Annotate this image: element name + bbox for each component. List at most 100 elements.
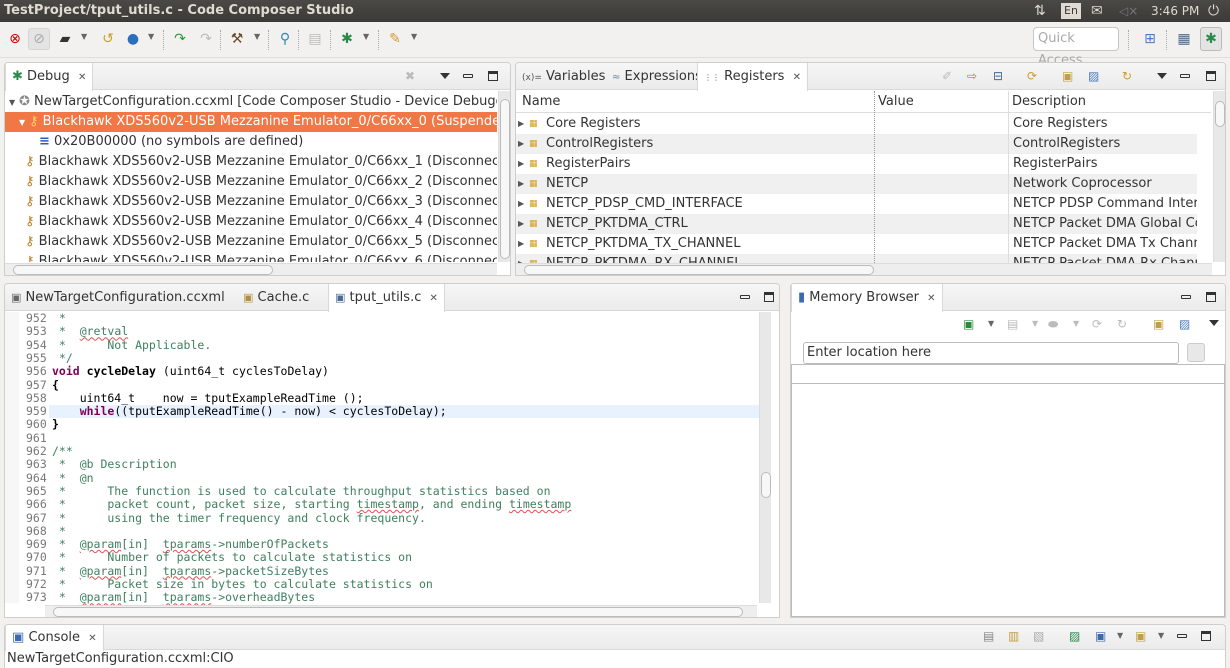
dropdown-arrow[interactable]: ▼ (1117, 631, 1123, 640)
tab-newtargetconfiguration-ccxml[interactable]: ▣ NewTargetConfiguration.ccxml (5, 284, 231, 311)
minimize-icon[interactable] (463, 74, 473, 78)
column-header-value[interactable]: Value (878, 91, 914, 113)
build-icon[interactable]: ⚒ (228, 30, 246, 48)
tab-debug[interactable]: ✱ Debug ✕ (5, 63, 94, 91)
pin-view-icon[interactable]: ▨ (1088, 69, 1099, 83)
close-icon[interactable]: ✕ (78, 72, 86, 83)
debug-target-dropdown[interactable]: ▼ (148, 32, 154, 41)
restart-icon[interactable]: ↺ (99, 30, 117, 48)
disabled-view-icon[interactable]: ▤ (306, 30, 324, 48)
table-row[interactable]: ▶ ▦ ControlRegisters ControlRegisters (516, 134, 1197, 154)
display-console-icon[interactable]: ▣ (1095, 629, 1106, 643)
dropdown-arrow[interactable]: ▼ (1073, 319, 1079, 328)
maximize-icon[interactable] (764, 292, 774, 302)
step-over-icon[interactable]: ↷ (171, 30, 189, 48)
network-icon[interactable]: ⇅ (1034, 0, 1046, 22)
view-menu-icon[interactable] (1157, 73, 1167, 79)
ccs-edit-perspective-icon[interactable]: ▦ (1175, 30, 1193, 48)
save-memory-icon[interactable]: ⬬ (1048, 317, 1058, 332)
tree-item[interactable]: ⚷ Blackhawk XDS560v2-USB Mezzanine Emula… (5, 252, 497, 262)
debug-horizontal-scrollbar[interactable] (5, 263, 497, 275)
tab-console[interactable]: ▣ Console ✕ (5, 625, 104, 651)
column-separator[interactable] (874, 91, 875, 263)
refresh-icon[interactable]: ⟳ (1092, 317, 1102, 331)
refresh-icon[interactable]: ⟳ (1027, 69, 1037, 83)
disconnect-icon[interactable]: ⊘ (28, 28, 50, 50)
expand-arrow-icon[interactable]: ▶ (518, 154, 524, 174)
table-row[interactable]: ▶ ▦ NETCP_PKTDMA_TX_CHANNEL NETCP Packet DM… (516, 234, 1197, 254)
add-register-group-icon[interactable]: ✐ (942, 69, 952, 83)
go-button[interactable] (1187, 343, 1205, 362)
remove-terminated-icon[interactable]: ⊗ (6, 30, 24, 48)
power-icon[interactable]: ⏻ (1208, 0, 1219, 22)
pin-console-icon[interactable]: ▨ (1069, 629, 1080, 643)
debug-vertical-scrollbar[interactable] (498, 91, 510, 262)
scrollbar-thumb[interactable] (13, 265, 273, 275)
word-wrap-icon[interactable]: ▧ (1033, 629, 1044, 643)
table-row[interactable]: ▶ ▦ Core Registers Core Registers (516, 114, 1197, 134)
column-separator[interactable] (1008, 91, 1009, 263)
table-row[interactable]: ▶ ▦ NETCP_PDSP_CMD_INTERFACE NETCP PDSP Com… (516, 194, 1197, 214)
tree-item[interactable]: ⚷ Blackhawk XDS560v2-USB Mezzanine Emula… (5, 152, 497, 172)
build-dropdown[interactable]: ▼ (254, 32, 260, 41)
registers-vertical-scrollbar[interactable] (1213, 91, 1225, 262)
scrollbar-thumb[interactable] (500, 99, 510, 259)
step-return-icon[interactable]: ↷ (197, 30, 215, 48)
ccs-debug-perspective-icon[interactable]: ✱ (1200, 27, 1222, 51)
load-program-icon[interactable]: ▰ (56, 30, 74, 48)
column-header-description[interactable]: Description (1012, 91, 1086, 113)
scrollbar-thumb[interactable] (1215, 101, 1225, 127)
external-tools-icon[interactable]: ✎ (386, 30, 404, 48)
memory-location-input[interactable]: Enter location here (803, 342, 1179, 364)
minimize-icon[interactable] (1181, 295, 1191, 299)
table-row[interactable]: ▶▦NETCP_PKTDMA_RX_CHANNELNETCP Packet DM… (516, 254, 1197, 263)
minimize-icon[interactable] (1180, 74, 1190, 78)
open-perspective-icon[interactable]: ⊞ (1141, 30, 1159, 48)
expand-arrow-icon[interactable]: ▶ (518, 214, 524, 234)
close-icon[interactable]: ✕ (430, 293, 438, 304)
expand-arrow-icon[interactable]: ▶ (518, 174, 524, 194)
show-type-names-icon[interactable]: ⇨ (967, 69, 977, 83)
scroll-lock-icon[interactable]: ▥ (1008, 629, 1019, 643)
tree-item[interactable]: ≡ 0x20B00000 (no symbols are defined) (5, 132, 303, 152)
tab-tput-utils-c[interactable]: ▣ tput_utils.c ✕ (328, 284, 445, 312)
debug-dropdown[interactable]: ▼ (363, 32, 369, 41)
tree-item[interactable]: ⚷ Blackhawk XDS560v2-USB Mezzanine Emula… (5, 172, 497, 192)
memory-content-area[interactable] (791, 364, 1225, 617)
registers-horizontal-scrollbar[interactable] (516, 263, 1212, 275)
clock[interactable]: 3:46 PM (1151, 0, 1199, 22)
tab-registers[interactable]: ⋮⋮ Registers ✕ (697, 63, 808, 91)
dropdown-arrow[interactable]: ▼ (988, 319, 994, 328)
tree-item[interactable]: ⚷ Blackhawk XDS560v2-USB Mezzanine Emula… (5, 192, 497, 212)
tab-variables[interactable]: (x)= Variables (516, 63, 611, 90)
editor-horizontal-scrollbar[interactable] (45, 605, 757, 617)
column-header-name[interactable]: Name (522, 91, 560, 113)
maximize-icon[interactable] (1201, 631, 1211, 641)
new-view-icon[interactable]: ▣ (1153, 317, 1164, 331)
close-icon[interactable]: ✕ (793, 72, 801, 83)
expand-arrow-icon[interactable]: ▶ (518, 114, 524, 134)
quick-access-input[interactable]: Quick Access (1033, 27, 1119, 68)
expand-arrow-icon[interactable]: ▶ (518, 134, 524, 154)
expand-arrow-icon[interactable]: ▼ (19, 113, 29, 133)
table-row[interactable]: ▶ ▦ NETCP Network Coprocessor (516, 174, 1197, 194)
expand-arrow-icon[interactable]: ▶ (518, 194, 524, 214)
debug-icon[interactable]: ✱ (338, 30, 356, 48)
load-program-dropdown[interactable]: ▼ (81, 32, 87, 41)
continuous-refresh-icon[interactable]: ↻ (1122, 69, 1132, 83)
keyboard-layout-indicator[interactable]: En (1061, 3, 1081, 19)
collapse-all-icon[interactable]: ⊟ (993, 69, 1003, 83)
tree-item[interactable]: ⚷ Blackhawk XDS560v2-USB Mezzanine Emula… (5, 212, 497, 232)
table-row[interactable]: ▶ ▦ NETCP_PKTDMA_CTRL NETCP Packet DMA Glob… (516, 214, 1197, 234)
tab-memory-browser[interactable]: ▮ Memory Browser ✕ (791, 284, 943, 312)
close-icon[interactable]: ✕ (88, 633, 96, 644)
view-menu-icon[interactable] (440, 73, 450, 79)
maximize-icon[interactable] (1206, 292, 1216, 302)
external-tools-dropdown[interactable]: ▼ (411, 32, 417, 41)
minimize-icon[interactable] (1177, 634, 1187, 638)
dropdown-arrow[interactable]: ▼ (1158, 631, 1164, 640)
expand-arrow-icon[interactable]: ▼ (9, 93, 19, 113)
scrollbar-thumb[interactable] (761, 472, 771, 498)
mail-icon[interactable]: ✉ (1091, 0, 1103, 22)
new-view-icon[interactable]: ▣ (1062, 69, 1073, 83)
